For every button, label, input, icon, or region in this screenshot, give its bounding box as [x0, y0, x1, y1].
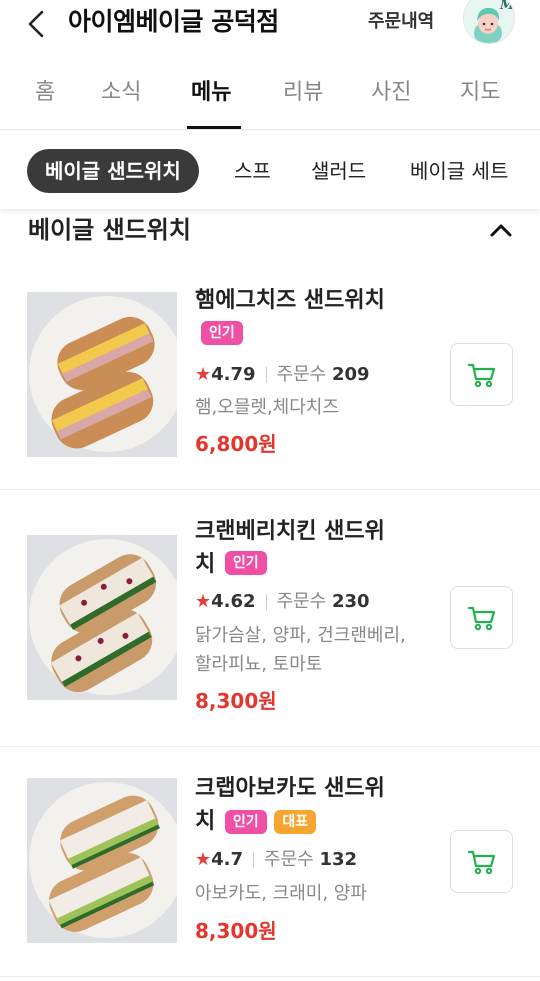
rating-row: ★4.62 주문수 230 [195, 589, 370, 615]
collapse-button[interactable] [486, 216, 516, 244]
menu-item-description: 닭가슴살, 양파, 건크랜베리, [195, 625, 406, 646]
svg-text:My: My [499, 0, 515, 13]
section-title: 베이글 샌드위치 [28, 216, 191, 244]
star-icon: ★ [195, 849, 212, 870]
active-tab-indicator [187, 126, 241, 129]
menu-item-photo [27, 535, 177, 700]
rating-value: 4.7 [211, 849, 244, 870]
menu-item-price: 8,300원 [195, 919, 277, 943]
divider [253, 852, 255, 868]
chip-salad[interactable]: 샐러드 [311, 149, 366, 193]
star-icon: ★ [195, 364, 212, 385]
order-count-label: 주문수 [276, 364, 327, 385]
tab-map[interactable]: 지도 [460, 76, 500, 110]
tab-photos[interactable]: 사진 [371, 76, 411, 110]
menu-item-name: 크랩아보카도 샌드위 [195, 776, 385, 801]
tab-news[interactable]: 소식 [101, 76, 141, 110]
menu-item-price: 8,300원 [195, 689, 277, 713]
menu-item-crab-avocado[interactable]: 크랩아보카도 샌드위 치 인기 대표 ★4.7 주문수 132 아보카도, 크래미… [0, 747, 540, 977]
chip-bagel-sandwich[interactable]: 베이글 샌드위치 [27, 149, 199, 193]
header: 아이엠베이글 공덕점 주문내역 My [0, 0, 540, 52]
order-count-value: 230 [331, 591, 370, 612]
add-to-cart-button[interactable] [450, 830, 513, 893]
menu-item-description: 햄,오믈렛,체다치즈 [195, 397, 339, 418]
menu-item-description-continued: 할라피뇨, 토마토 [195, 654, 323, 675]
divider [265, 367, 267, 383]
menu-item-name: 크랜베리치킨 샌드위 [195, 519, 385, 544]
star-icon: ★ [195, 591, 212, 612]
signature-badge: 대표 [274, 810, 317, 834]
menu-item-description: 아보카도, 크래미, 양파 [195, 883, 367, 904]
menu-item-cranberry-chicken[interactable]: 크랜베리치킨 샌드위 치 인기 ★4.62 주문수 230 닭가슴살, 양파, 건… [0, 490, 540, 747]
cart-icon [467, 606, 495, 630]
order-history-link[interactable]: 주문내역 [368, 8, 434, 36]
chevron-left-icon [28, 10, 44, 38]
order-count-label: 주문수 [276, 591, 327, 612]
menu-item-price: 6,800원 [195, 432, 277, 456]
add-to-cart-button[interactable] [450, 343, 513, 406]
cart-icon [467, 363, 495, 387]
menu-item-name-continued: 치 인기 대표 [195, 805, 317, 839]
avatar-icon: My [464, 0, 515, 43]
add-to-cart-button[interactable] [450, 586, 513, 649]
cart-icon [467, 850, 495, 874]
menu-item-name: 햄에그치즈 샌드위치 [195, 288, 385, 313]
divider [265, 594, 267, 610]
avatar[interactable]: My [463, 0, 515, 44]
menu-item-ham-egg-cheese[interactable]: 햄에그치즈 샌드위치 인기 ★4.79 주문수 209 햄,오믈렛,체다치즈 6,… [0, 266, 540, 490]
tab-reviews[interactable]: 리뷰 [283, 76, 323, 110]
store-title: 아이엠베이글 공덕점 [68, 7, 279, 36]
tab-home[interactable]: 홈 [35, 76, 55, 110]
back-button[interactable] [20, 6, 52, 42]
order-count-label: 주문수 [264, 849, 314, 870]
rating-row: ★4.7 주문수 132 [195, 847, 357, 873]
rating-row: ★4.79 주문수 209 [195, 362, 370, 388]
chevron-up-icon [490, 224, 512, 237]
badge-row: 인기 [201, 321, 243, 345]
popular-badge: 인기 [224, 551, 267, 575]
chip-soup[interactable]: 스프 [234, 149, 271, 193]
rating-value: 4.62 [211, 591, 256, 612]
store-tabs: 홈 소식 메뉴 리뷰 사진 지도 [0, 68, 540, 130]
menu-item-name-continued: 치 인기 [195, 548, 267, 582]
popular-badge: 인기 [201, 321, 243, 345]
menu-item-photo [27, 778, 177, 943]
order-count-value: 132 [319, 849, 358, 870]
popular-badge: 인기 [224, 810, 267, 834]
rating-value: 4.79 [211, 364, 256, 385]
chip-bagel-set[interactable]: 베이글 세트 [410, 149, 508, 193]
category-chips: 베이글 샌드위치 스프 샐러드 베이글 세트 [0, 131, 540, 209]
tab-menu[interactable]: 메뉴 [191, 76, 231, 110]
order-count-value: 209 [331, 364, 370, 385]
menu-item-photo [27, 292, 177, 457]
